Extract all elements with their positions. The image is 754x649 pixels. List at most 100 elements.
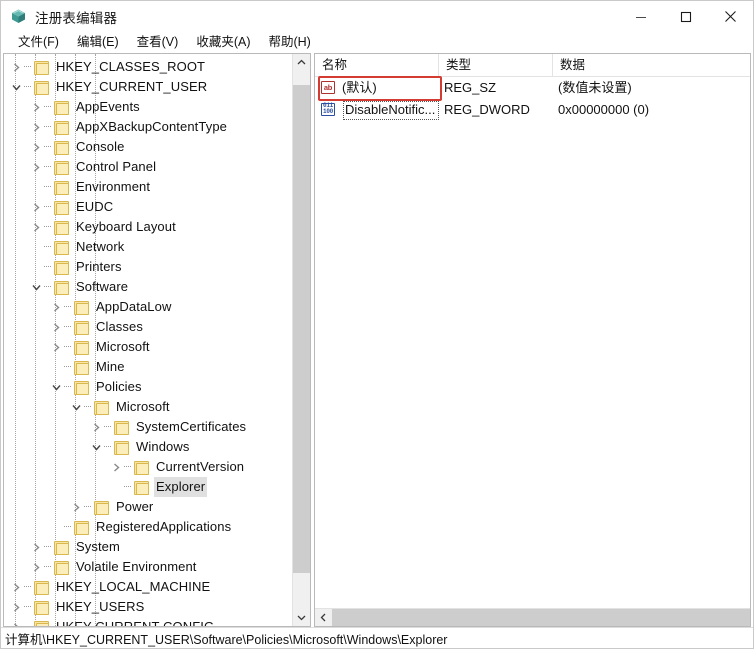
chevron-right-icon[interactable] (48, 337, 64, 357)
chevron-down-icon[interactable] (8, 77, 24, 97)
folder-icon (33, 600, 49, 615)
chevron-right-icon[interactable] (88, 417, 104, 437)
value-row[interactable]: ab (默认) REG_SZ (数值未设置) (315, 77, 750, 99)
chevron-right-icon[interactable] (28, 197, 44, 217)
tree-item-registeredapplications[interactable]: RegisteredApplications (4, 517, 293, 537)
column-type[interactable]: 类型 (439, 54, 553, 76)
dword-value-icon: 011 100 (320, 102, 337, 118)
status-bar: 计算机\HKEY_CURRENT_USER\Software\Policies\… (1, 627, 753, 648)
scroll-up-arrow-icon[interactable] (293, 54, 310, 71)
value-row[interactable]: 011 100 DisableNotific... REG_DWORD 0x000000… (315, 99, 750, 121)
chevron-right-icon[interactable] (28, 137, 44, 157)
close-button[interactable] (708, 1, 753, 32)
chevron-down-icon[interactable] (88, 437, 104, 457)
tree-connector (44, 557, 53, 577)
tree-item-network[interactable]: Network (4, 237, 293, 257)
chevron-down-icon[interactable] (68, 397, 84, 417)
tree-item-policies[interactable]: Policies (4, 377, 293, 397)
chevron-right-icon[interactable] (8, 597, 24, 617)
chevron-right-icon[interactable] (28, 537, 44, 557)
tree-item-systemcertificates[interactable]: SystemCertificates (4, 417, 293, 437)
tree-item-label: SystemCertificates (136, 419, 247, 434)
tree-item-environment[interactable]: Environment (4, 177, 293, 197)
maximize-button[interactable] (663, 1, 708, 32)
tree-connector (44, 277, 53, 297)
chevron-right-icon[interactable] (108, 457, 124, 477)
tree-item-appevents[interactable]: AppEvents (4, 97, 293, 117)
tree-item-explorer[interactable]: Explorer (4, 477, 293, 497)
tree-item-mine[interactable]: Mine (4, 357, 293, 377)
value-name-label: (默认) (342, 80, 377, 95)
tree-item-eudc[interactable]: EUDC (4, 197, 293, 217)
folder-icon (33, 80, 49, 95)
value-name-cell[interactable]: ab (默认) (315, 77, 439, 99)
column-data[interactable]: 数据 (553, 54, 750, 76)
tree-item-control-panel[interactable]: Control Panel (4, 157, 293, 177)
tree-item-currentversion[interactable]: CurrentVersion (4, 457, 293, 477)
chevron-right-icon[interactable] (28, 117, 44, 137)
menu-favorites[interactable]: 收藏夹(A) (187, 32, 259, 53)
menu-edit[interactable]: 编辑(E) (68, 32, 128, 53)
menu-file[interactable]: 文件(F) (9, 32, 68, 53)
minimize-button[interactable] (618, 1, 663, 32)
folder-icon (73, 340, 89, 355)
tree-item-hkey-users[interactable]: HKEY_USERS (4, 597, 293, 617)
tree-item-hkey-classes-root[interactable]: HKEY_CLASSES_ROOT (4, 57, 293, 77)
tree-item-appdatalow[interactable]: AppDataLow (4, 297, 293, 317)
tree-item-appxbackupcontenttype[interactable]: AppXBackupContentType (4, 117, 293, 137)
chevron-right-icon[interactable] (48, 317, 64, 337)
menu-view[interactable]: 查看(V) (128, 32, 188, 53)
tree-item-label: Microsoft (96, 339, 150, 354)
folder-icon (93, 500, 109, 515)
tree-item-power[interactable]: Power (4, 497, 293, 517)
tree-vertical-scrollbar[interactable] (292, 54, 310, 626)
folder-icon (53, 560, 69, 575)
tree-item-hkey-current-user[interactable]: HKEY_CURRENT_USER (4, 77, 293, 97)
tree-connector (44, 117, 53, 137)
folder-icon (53, 160, 69, 175)
tree-item-windows[interactable]: Windows (4, 437, 293, 457)
value-name-cell[interactable]: 011 100 DisableNotific... (315, 100, 439, 120)
menu-help[interactable]: 帮助(H) (259, 32, 319, 53)
chevron-down-icon[interactable] (48, 377, 64, 397)
values-scroll-thumb[interactable] (332, 609, 750, 626)
tree-item-microsoft[interactable]: Microsoft (4, 337, 293, 357)
tree-item-volatile-environment[interactable]: Volatile Environment (4, 557, 293, 577)
tree-item-hkey-local-machine[interactable]: HKEY_LOCAL_MACHINE (4, 577, 293, 597)
chevron-right-icon[interactable] (48, 297, 64, 317)
chevron-right-icon[interactable] (68, 497, 84, 517)
chevron-right-icon[interactable] (8, 617, 24, 626)
chevron-right-icon[interactable] (8, 57, 24, 77)
scroll-left-arrow-icon[interactable] (315, 609, 332, 626)
registry-editor-window: 注册表编辑器 文件(F) 编辑(E) 查看(V) 收藏夹(A) 帮助(H) HK… (0, 0, 754, 649)
values-scroll-track[interactable] (332, 609, 750, 626)
tree-scroll-track[interactable] (293, 71, 310, 609)
tree-item-hkey-current-config[interactable]: HKEY CURRENT CONFIG (4, 617, 293, 626)
tree-scroll-thumb[interactable] (293, 85, 310, 573)
tree-connector (24, 597, 33, 617)
tree-item-software[interactable]: Software (4, 277, 293, 297)
chevron-right-icon[interactable] (28, 97, 44, 117)
chevron-right-icon[interactable] (28, 557, 44, 577)
tree-item-system[interactable]: System (4, 537, 293, 557)
tree-item-console[interactable]: Console (4, 137, 293, 157)
tree-connector (24, 617, 33, 626)
registry-values-pane: 名称 类型 数据 ab (默认) REG_SZ (数值未设置) 011 100 DisableN… (314, 53, 751, 627)
scroll-down-arrow-icon[interactable] (293, 609, 310, 626)
folder-icon (53, 220, 69, 235)
chevron-down-icon[interactable] (28, 277, 44, 297)
main-content: HKEY_CLASSES_ROOT HKEY_CURRENT_USER AppEve… (1, 53, 753, 627)
column-name[interactable]: 名称 (315, 54, 439, 76)
tree-item-printers[interactable]: Printers (4, 257, 293, 277)
tree-item-label: CurrentVersion (156, 459, 245, 474)
string-value-icon: ab (320, 80, 337, 96)
values-horizontal-scrollbar[interactable] (315, 608, 750, 626)
tree-item-label: Console (76, 139, 125, 154)
tree-item-keyboard-layout[interactable]: Keyboard Layout (4, 217, 293, 237)
chevron-right-icon[interactable] (8, 577, 24, 597)
chevron-right-icon[interactable] (28, 157, 44, 177)
chevron-right-icon[interactable] (28, 217, 44, 237)
tree-item-classes[interactable]: Classes (4, 317, 293, 337)
tree-item-microsoft[interactable]: Microsoft (4, 397, 293, 417)
